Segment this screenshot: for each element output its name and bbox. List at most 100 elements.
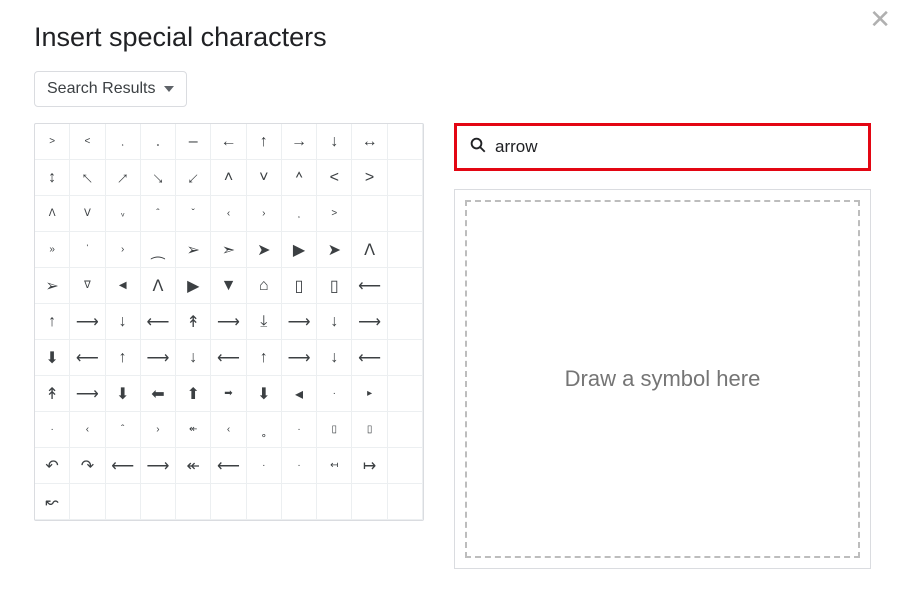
char-cell[interactable]: ↗: [106, 160, 141, 196]
char-cell[interactable]: ·: [282, 448, 317, 484]
search-input[interactable]: [495, 137, 856, 157]
char-cell[interactable]: ↓: [176, 340, 211, 376]
char-cell[interactable]: ·: [247, 448, 282, 484]
char-cell[interactable]: ‹: [211, 412, 246, 448]
char-cell[interactable]: ▼: [211, 268, 246, 304]
char-cell[interactable]: ⬇: [247, 376, 282, 412]
char-cell[interactable]: ➤: [317, 232, 352, 268]
char-cell[interactable]: ᐱ: [35, 196, 70, 232]
char-cell[interactable]: ⬇: [35, 340, 70, 376]
char-cell[interactable]: >: [352, 160, 387, 196]
char-cell[interactable]: ➤: [247, 232, 282, 268]
char-cell[interactable]: ⟵: [211, 448, 246, 484]
char-cell[interactable]: ⟶: [282, 304, 317, 340]
char-cell[interactable]: ↜: [35, 484, 70, 520]
char-cell[interactable]: ⤓: [247, 304, 282, 340]
char-cell[interactable]: ⟵: [70, 340, 105, 376]
char-cell[interactable]: ˆ: [106, 412, 141, 448]
char-cell[interactable]: ˄: [211, 160, 246, 196]
char-cell[interactable]: ⌃: [282, 160, 317, 196]
char-cell[interactable]: ⟶: [141, 448, 176, 484]
char-cell[interactable]: ➢: [35, 268, 70, 304]
char-cell[interactable]: ⬆: [176, 376, 211, 412]
char-cell[interactable]: ⟶: [211, 304, 246, 340]
char-cell[interactable]: ↔: [352, 124, 387, 160]
char-cell[interactable]: ▯: [317, 268, 352, 304]
char-cell[interactable]: ›: [106, 232, 141, 268]
char-cell[interactable]: ·: [35, 412, 70, 448]
char-cell[interactable]: ⟶: [282, 340, 317, 376]
char-cell[interactable]: ⟵: [211, 340, 246, 376]
category-dropdown[interactable]: Search Results: [34, 71, 187, 107]
char-cell[interactable]: ·: [282, 412, 317, 448]
char-cell[interactable]: ▶: [176, 268, 211, 304]
char-cell[interactable]: ↓: [106, 304, 141, 340]
char-cell[interactable]: ↞: [176, 412, 211, 448]
char-cell[interactable]: ᾽: [70, 232, 105, 268]
char-cell[interactable]: ᐁ: [70, 268, 105, 304]
char-cell[interactable]: –: [176, 124, 211, 160]
char-cell[interactable]: ↓: [317, 124, 352, 160]
search-box[interactable]: [454, 123, 871, 171]
char-cell[interactable]: ⟶: [70, 304, 105, 340]
char-cell[interactable]: ↘: [141, 160, 176, 196]
char-cell[interactable]: ᐱ: [352, 232, 387, 268]
char-cell[interactable]: →: [282, 124, 317, 160]
char-cell[interactable]: ‹: [70, 412, 105, 448]
char-cell[interactable]: ˲: [282, 196, 317, 232]
char-cell[interactable]: ⟶: [141, 340, 176, 376]
char-cell[interactable]: ↟: [176, 304, 211, 340]
char-cell[interactable]: ˲: [106, 124, 141, 160]
char-cell[interactable]: ▶: [282, 232, 317, 268]
draw-canvas[interactable]: Draw a symbol here: [465, 200, 860, 558]
char-cell[interactable]: »: [35, 232, 70, 268]
char-cell[interactable]: ᵥ: [106, 196, 141, 232]
char-cell[interactable]: <: [317, 160, 352, 196]
char-cell[interactable]: ↑: [247, 124, 282, 160]
char-cell[interactable]: ⬇: [106, 376, 141, 412]
char-cell[interactable]: ▸: [352, 376, 387, 412]
char-cell[interactable]: ➡: [211, 376, 246, 412]
char-cell[interactable]: ↷: [70, 448, 105, 484]
char-cell[interactable]: ↞: [176, 448, 211, 484]
char-cell[interactable]: ˂: [70, 124, 105, 160]
char-cell[interactable]: ˃: [35, 124, 70, 160]
char-cell[interactable]: ⟶: [352, 304, 387, 340]
char-cell[interactable]: ›: [247, 196, 282, 232]
char-cell[interactable]: ˳: [247, 412, 282, 448]
char-cell[interactable]: ↙: [176, 160, 211, 196]
char-cell[interactable]: ↶: [35, 448, 70, 484]
char-cell[interactable]: ‹: [211, 196, 246, 232]
char-cell[interactable]: ↟: [35, 376, 70, 412]
char-cell[interactable]: ˅: [247, 160, 282, 196]
char-cell[interactable]: ⟵: [352, 340, 387, 376]
char-cell[interactable]: ↖: [70, 160, 105, 196]
char-cell[interactable]: ↑: [106, 340, 141, 376]
char-cell[interactable]: ↑: [247, 340, 282, 376]
char-cell[interactable]: ˇ: [176, 196, 211, 232]
char-cell[interactable]: ▯: [282, 268, 317, 304]
char-cell[interactable]: ↦: [352, 448, 387, 484]
char-cell[interactable]: ⌂: [247, 268, 282, 304]
char-cell[interactable]: ↤: [317, 448, 352, 484]
char-cell[interactable]: ▯: [317, 412, 352, 448]
char-cell[interactable]: ◀: [106, 268, 141, 304]
char-cell[interactable]: ←: [211, 124, 246, 160]
char-cell[interactable]: ◂: [282, 376, 317, 412]
char-cell[interactable]: ˆ: [141, 196, 176, 232]
char-cell[interactable]: ▯: [352, 412, 387, 448]
char-cell[interactable]: ·: [317, 376, 352, 412]
char-cell[interactable]: ↓: [317, 304, 352, 340]
char-cell[interactable]: ⟵: [352, 268, 387, 304]
char-cell[interactable]: ⟵: [106, 448, 141, 484]
char-cell[interactable]: ↕: [35, 160, 70, 196]
char-cell[interactable]: ⟵: [141, 304, 176, 340]
char-cell[interactable]: ⬅: [141, 376, 176, 412]
char-cell[interactable]: ᐯ: [70, 196, 105, 232]
char-cell[interactable]: ↓: [317, 340, 352, 376]
close-icon[interactable]: ✕: [869, 6, 891, 32]
char-cell[interactable]: ˃: [317, 196, 352, 232]
char-cell[interactable]: ➢: [176, 232, 211, 268]
char-cell[interactable]: ⟶: [70, 376, 105, 412]
char-cell[interactable]: ⁔: [141, 232, 176, 268]
